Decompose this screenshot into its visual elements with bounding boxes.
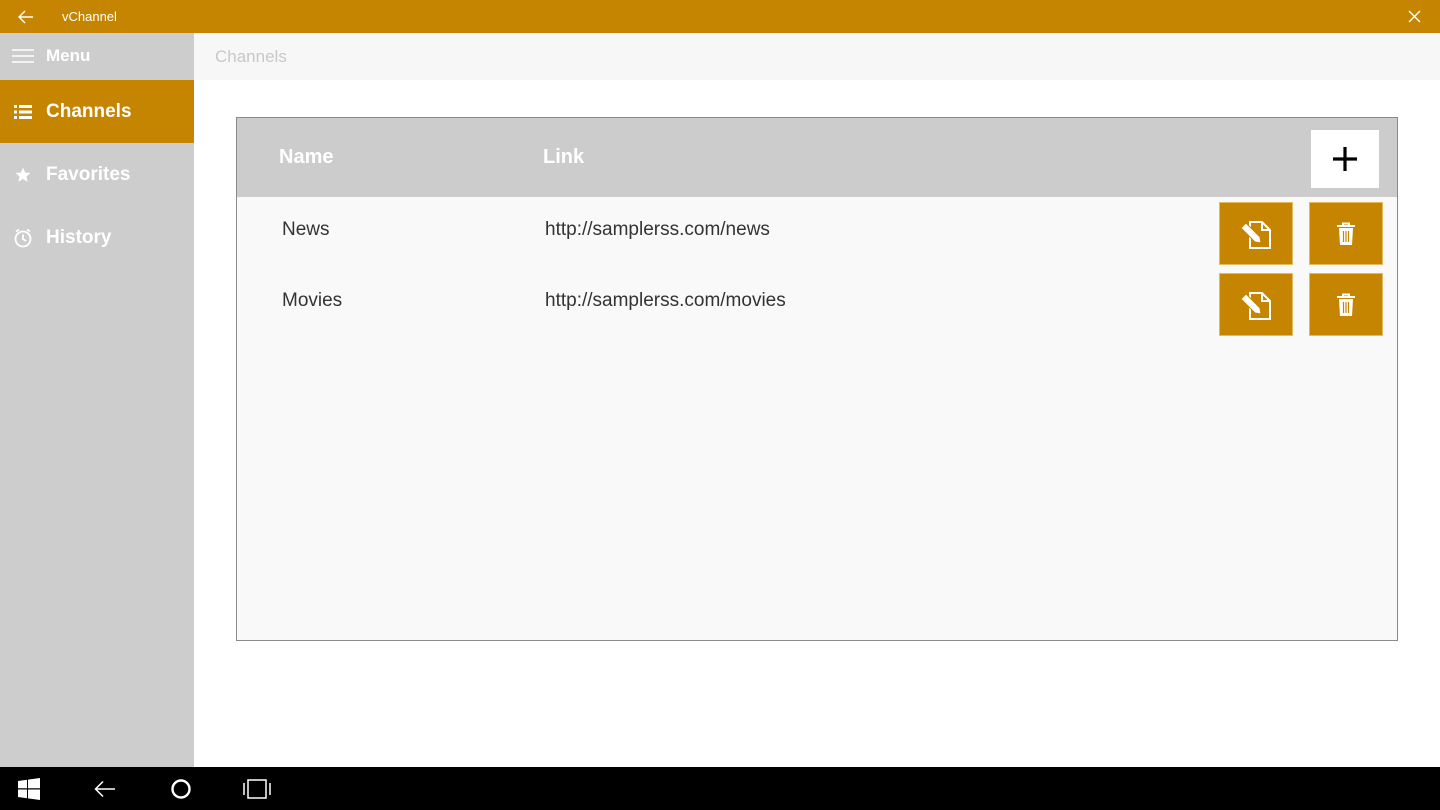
menu-toggle[interactable]: Menu [0,33,194,79]
table-row: News http://samplerss.com/news [237,197,1397,265]
table-header: Name Link [237,118,1397,197]
close-icon [1408,10,1420,23]
back-arrow-icon [18,10,33,23]
edit-icon [1240,220,1271,249]
taskbar [0,767,1440,810]
list-icon [0,104,46,119]
clock-icon [0,228,46,248]
taskbar-back-button[interactable] [83,767,127,810]
close-button[interactable] [1398,0,1430,33]
delete-channel-button[interactable] [1309,202,1383,265]
channel-link: http://samplerss.com/movies [545,290,786,311]
sidebar-item-label: Favorites [46,163,131,185]
column-header-link: Link [543,146,585,168]
sidebar-item-history[interactable]: History [0,206,194,269]
sidebar: Menu Channels Favorites History [0,33,194,767]
channel-link: http://samplerss.com/news [545,219,770,240]
trash-icon [1337,222,1355,245]
cortana-button[interactable] [159,767,203,810]
back-button[interactable] [10,0,42,33]
sidebar-item-label: History [46,226,112,248]
table-row: Movies http://samplerss.com/movies [237,268,1397,336]
edit-channel-button[interactable] [1219,273,1293,336]
star-icon [0,166,46,184]
edit-icon [1240,291,1271,320]
cortana-circle-icon [171,778,191,799]
task-view-button[interactable] [235,767,279,810]
sidebar-item-channels[interactable]: Channels [0,80,194,143]
windows-start-icon [18,777,40,800]
task-view-icon [243,778,271,799]
sidebar-item-label: Channels [46,100,132,122]
title-bar: vChannel [0,0,1440,33]
sidebar-item-favorites[interactable]: Favorites [0,143,194,206]
hamburger-icon [0,49,46,63]
app-title: vChannel [62,9,117,24]
plus-icon [1333,147,1357,171]
menu-label: Menu [46,46,91,65]
edit-channel-button[interactable] [1219,202,1293,265]
page-header: Channels [194,33,1440,80]
channel-name: Movies [282,290,343,311]
start-button[interactable] [7,767,51,810]
back-arrow-icon [94,780,115,797]
add-channel-button[interactable] [1311,130,1379,188]
delete-channel-button[interactable] [1309,273,1383,336]
breadcrumb: Channels [215,47,287,66]
trash-icon [1337,293,1355,316]
channel-name: News [282,219,330,240]
column-header-name: Name [279,146,334,168]
channels-table: Name Link News http://samplerss.com/news [236,117,1398,641]
